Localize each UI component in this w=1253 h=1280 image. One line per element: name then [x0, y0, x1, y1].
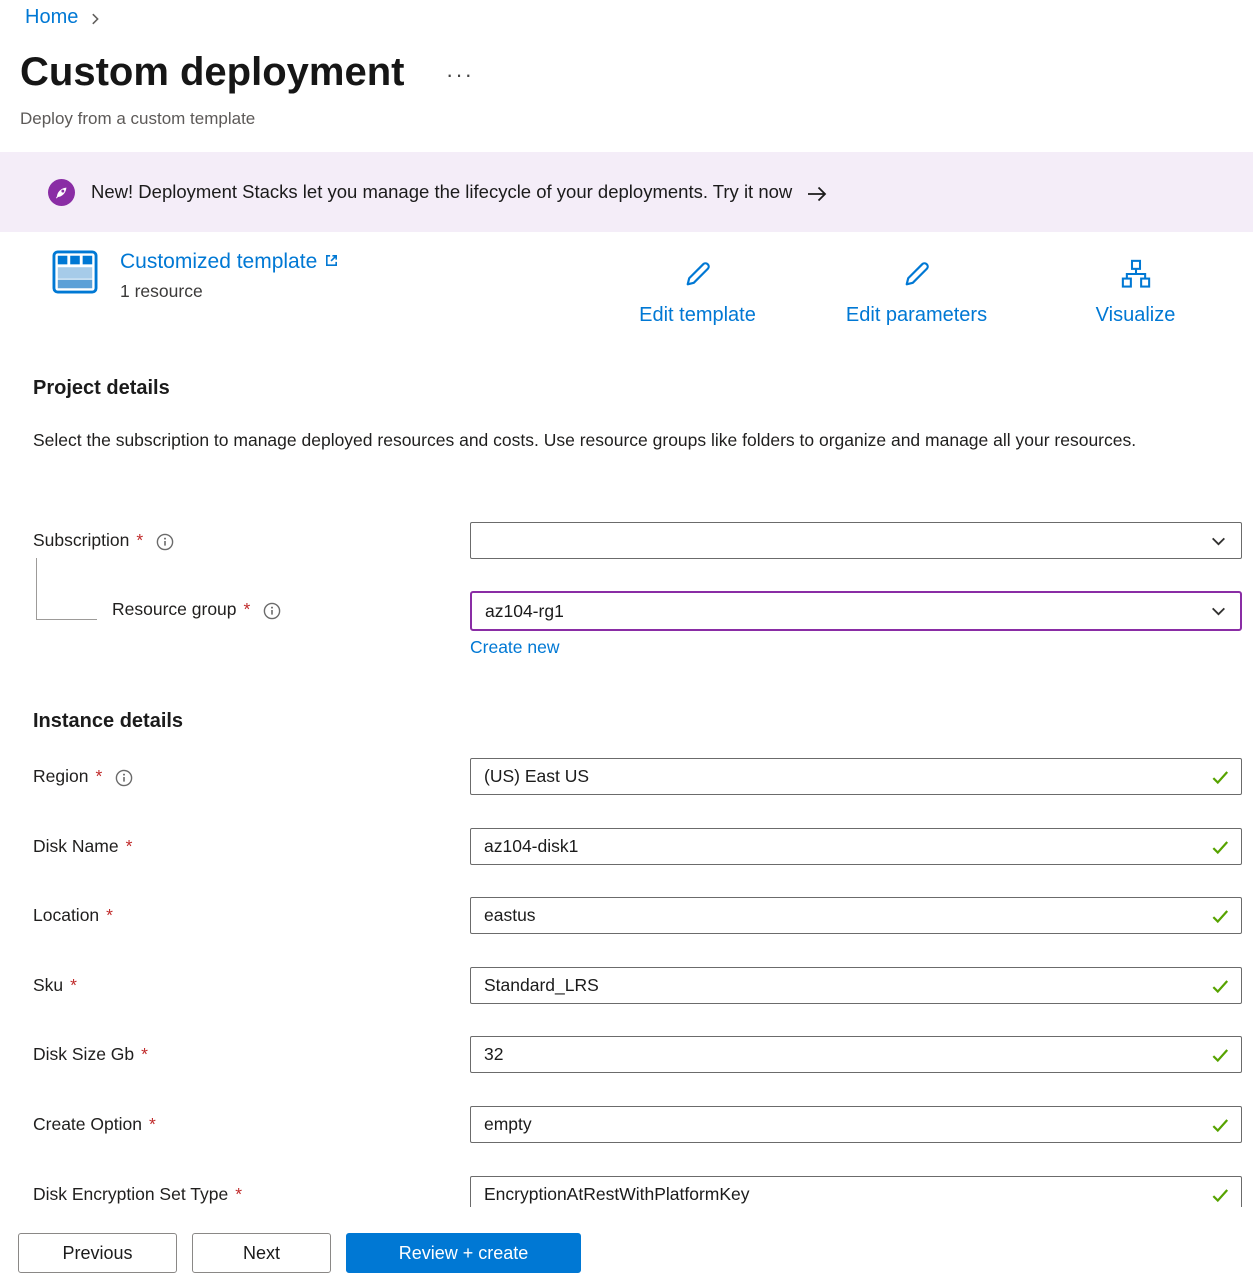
field-row: Create Option *	[0, 1106, 1253, 1148]
resource-group-label: Resource group *	[112, 599, 281, 620]
location-label: Location *	[33, 905, 113, 926]
required-asterisk: *	[70, 975, 77, 996]
sku-label: Sku *	[33, 975, 77, 996]
sku-input[interactable]	[470, 967, 1242, 1004]
template-icon	[52, 250, 98, 302]
page-title: Custom deployment	[20, 50, 404, 95]
required-asterisk: *	[244, 599, 251, 620]
breadcrumb: Home	[25, 6, 102, 29]
subscription-label: Subscription *	[33, 530, 174, 551]
required-asterisk: *	[235, 1184, 242, 1205]
review-create-button[interactable]: Review + create	[346, 1233, 581, 1273]
valid-check-icon	[1210, 837, 1230, 857]
required-asterisk: *	[136, 530, 143, 551]
required-asterisk: *	[149, 1114, 156, 1135]
custom-deployment-page: Home Custom deployment ··· Deploy from a…	[0, 0, 1253, 1280]
more-menu-button[interactable]: ···	[446, 62, 474, 88]
create-option-input[interactable]	[470, 1106, 1242, 1143]
previous-button[interactable]: Previous	[18, 1233, 177, 1273]
breadcrumb-home-link[interactable]: Home	[25, 6, 78, 29]
create-new-link[interactable]: Create new	[470, 637, 560, 658]
disk-name-input[interactable]	[470, 828, 1242, 865]
disk-name-label: Disk Name *	[33, 836, 132, 857]
location-input[interactable]	[470, 897, 1242, 934]
banner-message: New! Deployment Stacks let you manage th…	[91, 181, 792, 203]
disk-encryption-set-type-label: Disk Encryption Set Type *	[33, 1184, 242, 1205]
info-icon[interactable]	[115, 769, 133, 787]
required-asterisk: *	[95, 766, 102, 787]
template-summary: Customized template 1 resource	[52, 250, 339, 302]
field-row: Region *	[0, 758, 1253, 800]
field-row: Location *	[0, 897, 1253, 939]
subscription-row: Subscription *	[0, 522, 1253, 564]
edit-template-button[interactable]: Edit template	[588, 258, 807, 327]
edit-parameters-button[interactable]: Edit parameters	[807, 258, 1026, 327]
info-icon[interactable]	[263, 602, 281, 620]
field-row: Sku *	[0, 967, 1253, 1009]
required-asterisk: *	[106, 905, 113, 926]
project-details-heading: Project details	[33, 377, 170, 400]
create-option-label: Create Option *	[33, 1114, 156, 1135]
template-actions: Edit template Edit parameters Visualize	[588, 258, 1245, 327]
valid-check-icon	[1210, 976, 1230, 996]
arrow-right-icon	[806, 185, 828, 203]
valid-check-icon	[1210, 767, 1230, 787]
customized-template-link[interactable]: Customized template	[120, 250, 339, 274]
disk-size-label: Disk Size Gb *	[33, 1044, 148, 1065]
next-button[interactable]: Next	[192, 1233, 331, 1273]
pencil-icon	[901, 258, 933, 295]
visualize-button[interactable]: Visualize	[1026, 258, 1245, 327]
page-subtitle: Deploy from a custom template	[20, 109, 255, 129]
required-asterisk: *	[126, 836, 133, 857]
org-chart-icon	[1120, 258, 1152, 295]
wizard-footer: Previous Next Review + create	[0, 1207, 1253, 1280]
disk-size-input[interactable]	[470, 1036, 1242, 1073]
valid-check-icon	[1210, 906, 1230, 926]
subscription-select[interactable]	[470, 522, 1242, 559]
field-row: Disk Name *	[0, 828, 1253, 870]
valid-check-icon	[1210, 1115, 1230, 1135]
region-input[interactable]	[470, 758, 1242, 795]
external-link-icon	[324, 250, 339, 274]
region-label: Region *	[33, 766, 133, 787]
resource-group-select[interactable]: az104-rg1	[470, 591, 1242, 631]
instance-details-heading: Instance details	[33, 710, 183, 733]
breadcrumb-chevron-icon	[88, 12, 102, 26]
resource-count: 1 resource	[120, 281, 339, 302]
field-row: Disk Size Gb *	[0, 1036, 1253, 1078]
required-asterisk: *	[141, 1044, 148, 1065]
announcement-banner[interactable]: New! Deployment Stacks let you manage th…	[0, 152, 1253, 232]
valid-check-icon	[1210, 1045, 1230, 1065]
info-icon[interactable]	[156, 533, 174, 551]
rocket-icon	[48, 179, 75, 206]
project-details-description: Select the subscription to manage deploy…	[33, 425, 1183, 456]
resource-group-row: Resource group * az104-rg1	[0, 591, 1253, 633]
valid-check-icon	[1210, 1185, 1230, 1205]
pencil-icon	[682, 258, 714, 295]
